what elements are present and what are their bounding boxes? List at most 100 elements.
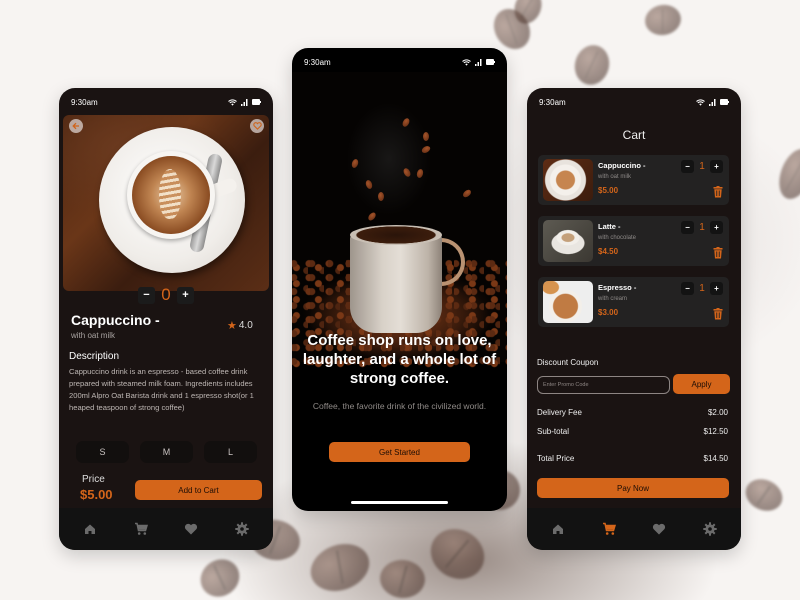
delivery-fee-row: Delivery Fee $2.00 bbox=[537, 408, 728, 417]
size-l-button[interactable]: L bbox=[204, 441, 257, 463]
item-price: $3.00 bbox=[598, 308, 619, 317]
nav-cart[interactable] bbox=[601, 521, 617, 537]
battery-icon bbox=[252, 99, 261, 105]
delivery-fee-value: $2.00 bbox=[707, 408, 728, 417]
home-indicator[interactable] bbox=[351, 501, 448, 504]
status-time: 9:30am bbox=[304, 57, 331, 67]
item-name: Espresso - bbox=[598, 283, 637, 292]
item-name: Cappuccino - bbox=[598, 161, 646, 170]
decrease-button[interactable]: − bbox=[138, 286, 155, 304]
back-button[interactable] bbox=[69, 119, 83, 133]
price-label: Price bbox=[82, 474, 105, 485]
product-name: Cappuccino - bbox=[71, 312, 160, 328]
decrease-button[interactable]: − bbox=[681, 221, 694, 234]
bottom-nav bbox=[59, 508, 273, 550]
increase-button[interactable]: + bbox=[710, 160, 723, 173]
description-title: Description bbox=[69, 351, 120, 362]
flying-bean bbox=[401, 117, 411, 128]
flying-bean bbox=[423, 132, 429, 141]
item-subtitle: with cream bbox=[598, 296, 628, 302]
latte-art-graphic bbox=[159, 169, 181, 219]
trash-icon[interactable] bbox=[713, 247, 723, 259]
status-time: 9:30am bbox=[539, 97, 566, 107]
quantity-value: 1 bbox=[699, 222, 705, 233]
coupon-label: Discount Coupon bbox=[537, 358, 599, 367]
quantity-stepper: − 1 + bbox=[681, 160, 723, 173]
quantity-value: 1 bbox=[699, 161, 705, 172]
increase-button[interactable]: + bbox=[177, 286, 194, 304]
nav-home[interactable] bbox=[82, 521, 98, 537]
nav-cart[interactable] bbox=[133, 521, 149, 537]
item-price: $5.00 bbox=[598, 186, 619, 195]
heart-icon bbox=[185, 523, 198, 535]
item-subtitle: with chocolate bbox=[598, 235, 637, 241]
wifi-icon bbox=[228, 98, 237, 106]
wifi-icon bbox=[696, 98, 705, 106]
increase-button[interactable]: + bbox=[710, 221, 723, 234]
signal-icon bbox=[709, 98, 716, 106]
flying-bean bbox=[402, 167, 412, 178]
mug-top-graphic bbox=[350, 225, 442, 245]
splash-screen: 9:30am Coffee shop runs on love, laughte… bbox=[292, 48, 507, 511]
nav-settings[interactable] bbox=[702, 521, 718, 537]
signal-icon bbox=[475, 58, 482, 66]
status-bar: 9:30am bbox=[292, 48, 507, 76]
trash-icon[interactable] bbox=[713, 186, 723, 198]
decrease-button[interactable]: − bbox=[681, 282, 694, 295]
battery-icon bbox=[486, 59, 495, 65]
price-value: $5.00 bbox=[80, 487, 113, 502]
status-bar: 9:30am bbox=[527, 88, 741, 116]
nav-favorites[interactable] bbox=[651, 521, 667, 537]
flying-bean bbox=[350, 158, 360, 169]
quantity-value: 1 bbox=[699, 283, 705, 294]
subtotal-value: $12.50 bbox=[703, 427, 728, 436]
status-time: 9:30am bbox=[71, 97, 98, 107]
promo-code-input[interactable] bbox=[537, 376, 670, 394]
nav-home[interactable] bbox=[550, 521, 566, 537]
item-thumbnail bbox=[543, 159, 593, 201]
item-subtitle: with oat milk bbox=[598, 174, 632, 180]
decrease-button[interactable]: − bbox=[681, 160, 694, 173]
total-value: $14.50 bbox=[703, 454, 728, 463]
cart-item: Cappuccino - with oat milk $5.00 − 1 + bbox=[538, 155, 729, 205]
gear-icon bbox=[703, 522, 717, 536]
arrow-left-icon bbox=[72, 122, 79, 130]
signal-icon bbox=[241, 98, 248, 106]
product-image bbox=[63, 115, 269, 291]
item-price: $4.50 bbox=[598, 247, 619, 256]
product-rating: ★ 4.0 bbox=[227, 319, 253, 332]
heart-outline-icon bbox=[252, 122, 262, 130]
size-s-button[interactable]: S bbox=[76, 441, 129, 463]
increase-button[interactable]: + bbox=[710, 282, 723, 295]
home-icon bbox=[553, 524, 564, 534]
pay-now-button[interactable]: Pay Now bbox=[537, 478, 729, 498]
get-started-button[interactable]: Get Started bbox=[329, 442, 470, 462]
size-selector: S M L bbox=[76, 441, 257, 463]
product-subtitle: with oat milk bbox=[71, 331, 116, 340]
quantity-value: 0 bbox=[161, 285, 171, 304]
trash-icon[interactable] bbox=[713, 308, 723, 320]
home-icon bbox=[85, 524, 96, 534]
wifi-icon bbox=[462, 58, 471, 66]
mug-graphic bbox=[350, 233, 442, 333]
item-thumbnail bbox=[543, 281, 593, 323]
flying-bean bbox=[378, 192, 384, 201]
battery-icon bbox=[720, 99, 729, 105]
add-to-cart-button[interactable]: Add to Cart bbox=[135, 480, 262, 500]
flying-bean bbox=[366, 211, 378, 222]
total-label: Total Price bbox=[537, 454, 575, 463]
quantity-stepper: − 0 + bbox=[138, 285, 194, 305]
gear-icon bbox=[235, 522, 249, 536]
apply-button[interactable]: Apply bbox=[673, 374, 730, 394]
status-bar: 9:30am bbox=[59, 88, 273, 116]
flying-bean bbox=[415, 168, 425, 179]
size-m-button[interactable]: M bbox=[140, 441, 193, 463]
nav-favorites[interactable] bbox=[183, 521, 199, 537]
page-title: Cart bbox=[622, 128, 646, 142]
quantity-stepper: − 1 + bbox=[681, 221, 723, 234]
nav-settings[interactable] bbox=[234, 521, 250, 537]
star-icon: ★ bbox=[227, 320, 237, 332]
total-row: Total Price $14.50 bbox=[537, 454, 728, 463]
favorite-button[interactable] bbox=[250, 119, 264, 133]
subtotal-label: Sub-total bbox=[537, 427, 570, 436]
